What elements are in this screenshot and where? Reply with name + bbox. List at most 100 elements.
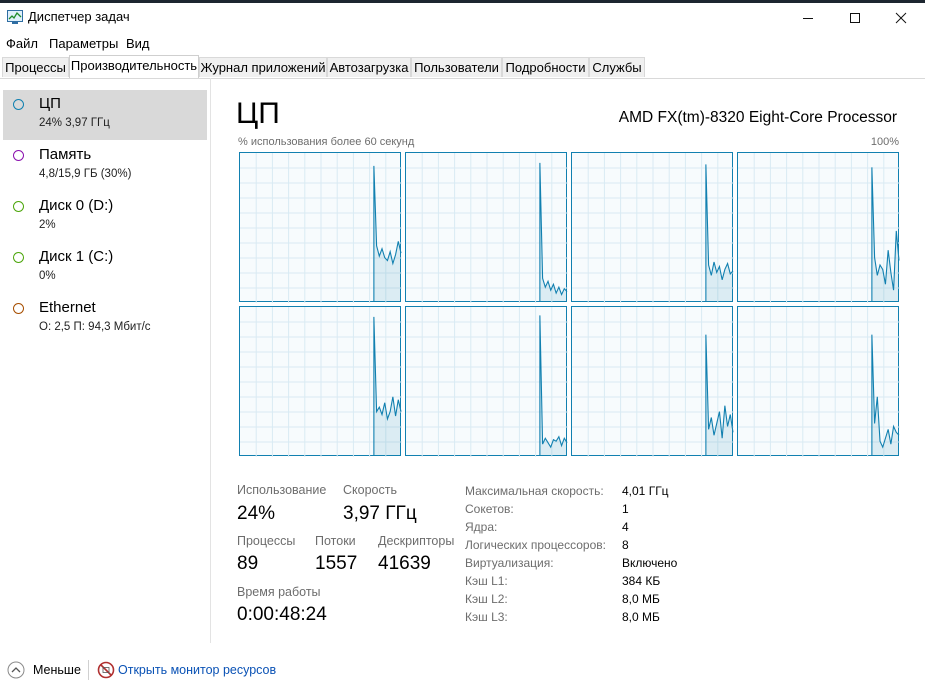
page-title: ЦП: [236, 97, 280, 130]
graph-max-label: 100%: [870, 136, 899, 148]
processes-label: Процессы: [237, 534, 296, 548]
tab-processes[interactable]: Процессы: [2, 57, 69, 77]
cpu-core-graph: [405, 152, 568, 303]
tab-services[interactable]: Службы: [589, 57, 645, 77]
uptime-value: 0:00:48:24: [237, 604, 327, 625]
speed-label: Скорость: [343, 483, 397, 497]
spec-value: 8,0 МБ: [622, 610, 660, 624]
cpu-core-graph: [405, 306, 568, 457]
cpu-core-graph: [239, 152, 402, 303]
spec-label: Сокетов:: [465, 502, 514, 516]
cpu-core-graph: [571, 152, 734, 303]
sidebar-item-label: Диск 1 (C:): [39, 248, 114, 265]
cpu-core-graph: [239, 306, 402, 457]
handles-label: Дескрипторы: [378, 534, 455, 548]
sidebar-item-label: Диск 0 (D:): [39, 197, 114, 214]
close-icon: [895, 12, 907, 24]
threads-label: Потоки: [315, 534, 356, 548]
spec-value: 4,01 ГГц: [622, 484, 669, 498]
spec-label: Кэш L2:: [465, 592, 508, 606]
maximize-button[interactable]: [832, 3, 878, 33]
cpu-usage-area: [705, 334, 733, 456]
tab-details[interactable]: Подробности: [502, 57, 589, 77]
tab-startup[interactable]: Автозагрузка: [327, 57, 411, 77]
sidebar-item-memory[interactable]: Память 4,8/15,9 ГБ (30%): [3, 141, 207, 191]
close-button[interactable]: [878, 3, 924, 33]
spec-label: Виртуализация:: [465, 556, 554, 570]
processes-value: 89: [237, 553, 259, 574]
sidebar-item-ethernet[interactable]: Ethernet О: 2,5 П: 94,3 Мбит/с: [3, 294, 207, 344]
cpu-core-graph-svg: [406, 153, 568, 303]
sidebar-item-value: 0%: [39, 270, 56, 282]
menu-file[interactable]: Файл: [6, 36, 38, 51]
open-resource-monitor-link[interactable]: Открыть монитор ресурсов: [118, 663, 276, 677]
cpu-core-graph-svg: [240, 307, 402, 457]
cpu-core-graph-svg: [406, 307, 568, 457]
cpu-usage-area: [373, 316, 401, 456]
spec-value: 4: [622, 520, 629, 534]
cpu-usage-area: [373, 165, 401, 302]
tab-users[interactable]: Пользователи: [411, 57, 502, 77]
cpu-core-graph: [737, 306, 900, 457]
menu-view[interactable]: Вид: [126, 36, 150, 51]
ethernet-indicator-icon: [13, 303, 24, 314]
sidebar-item-value: 24% 3,97 ГГц: [39, 117, 110, 129]
cpu-model: AMD FX(tm)-8320 Eight-Core Processor: [618, 109, 897, 126]
cpu-core-graph: [737, 152, 900, 303]
cpu-core-graph-svg: [738, 153, 900, 303]
sidebar-item-value: О: 2,5 П: 94,3 Мбит/с: [39, 321, 151, 333]
cpu-core-graph-svg: [572, 307, 734, 457]
sidebar-item-value: 4,8/15,9 ГБ (30%): [39, 168, 132, 180]
spec-label: Логических процессоров:: [465, 538, 606, 552]
disk-indicator-icon: [13, 252, 24, 263]
tab-performance[interactable]: Производительность: [69, 55, 199, 78]
cpu-usage-area: [705, 164, 733, 302]
footer-divider: [88, 660, 89, 680]
task-manager-app-icon: [7, 10, 23, 24]
sidebar-item-label: ЦП: [39, 95, 61, 112]
disk-indicator-icon: [13, 201, 24, 212]
handles-value: 41639: [378, 553, 431, 574]
spec-value: Включено: [622, 556, 678, 570]
sidebar-item-label: Память: [39, 146, 92, 163]
spec-value: 1: [622, 502, 629, 516]
cpu-usage-area: [539, 315, 567, 456]
collapse-chevron-icon[interactable]: [7, 661, 25, 679]
cpu-core-graph-svg: [572, 153, 734, 303]
cpu-usage-line: [539, 162, 568, 302]
spec-label: Кэш L1:: [465, 574, 508, 588]
graph-caption: % использования более 60 секунд: [238, 136, 415, 148]
cpu-usage-line: [539, 315, 568, 456]
tab-strip: Процессы Производительность Журнал прило…: [0, 55, 925, 79]
threads-value: 1557: [315, 553, 358, 574]
cpu-core-graph: [571, 306, 734, 457]
sidebar-item-value: 2%: [39, 219, 56, 231]
minimize-button[interactable]: [785, 3, 831, 33]
uptime-label: Время работы: [237, 585, 321, 599]
spec-label: Максимальная скорость:: [465, 484, 604, 498]
minimize-icon: [803, 18, 813, 19]
spec-value: 8,0 МБ: [622, 592, 660, 606]
usage-label: Использование: [237, 483, 327, 497]
sidebar-item-label: Ethernet: [39, 299, 96, 316]
spec-value: 384 КБ: [622, 574, 661, 588]
maximize-icon: [850, 13, 860, 23]
cpu-core-graph-svg: [738, 307, 900, 457]
menu-options[interactable]: Параметры: [49, 36, 118, 51]
spec-label: Ядра:: [465, 520, 498, 534]
speed-value: 3,97 ГГц: [343, 503, 417, 524]
sidebar-item-disk-0[interactable]: Диск 0 (D:) 2%: [3, 192, 207, 242]
window-title: Диспетчер задач: [28, 9, 130, 24]
sidebar-divider: [210, 78, 211, 643]
usage-value: 24%: [237, 503, 276, 524]
sidebar-item-cpu[interactable]: ЦП 24% 3,97 ГГц: [3, 90, 207, 140]
resource-monitor-icon[interactable]: [97, 661, 115, 679]
memory-indicator-icon: [13, 150, 24, 161]
cpu-core-graph-svg: [240, 153, 402, 303]
sidebar-item-disk-1[interactable]: Диск 1 (C:) 0%: [3, 243, 207, 293]
fewer-details-button[interactable]: Меньше: [33, 663, 81, 677]
cpu-indicator-icon: [13, 99, 24, 110]
spec-value: 8: [622, 538, 629, 552]
spec-label: Кэш L3:: [465, 610, 508, 624]
tab-app-history[interactable]: Журнал приложений: [199, 57, 327, 77]
